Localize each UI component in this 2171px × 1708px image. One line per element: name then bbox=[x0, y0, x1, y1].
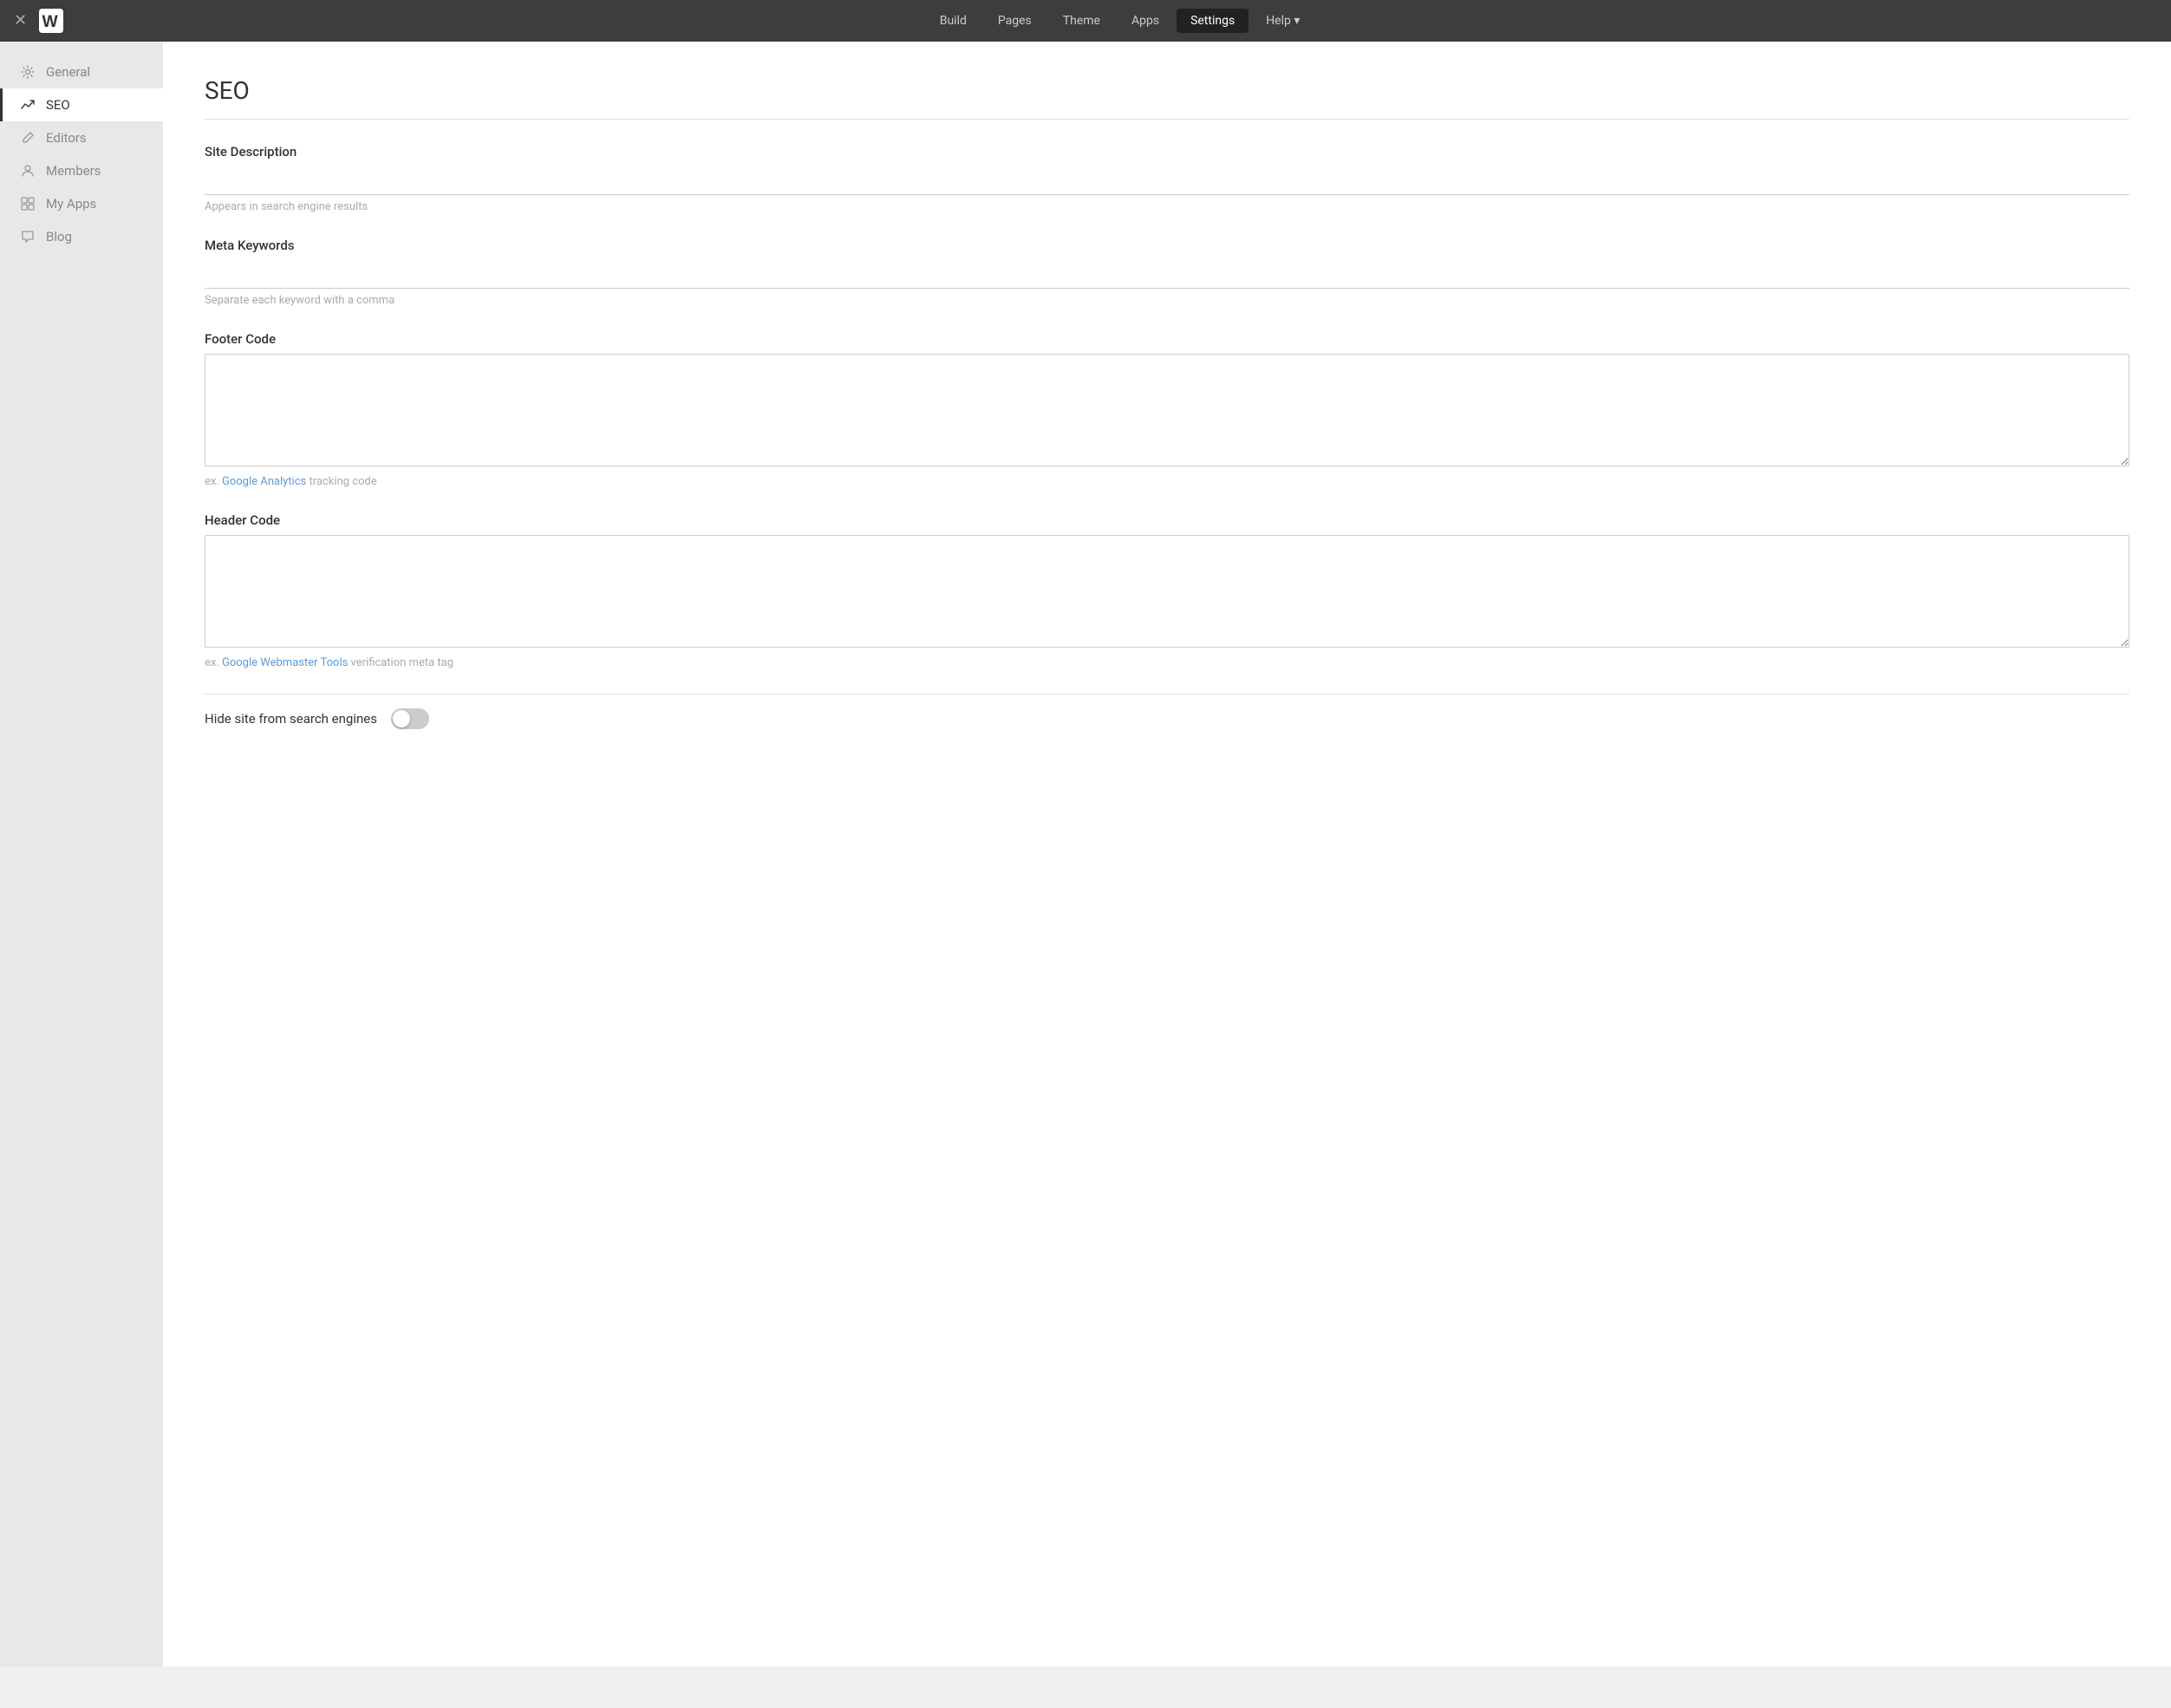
main-content: SEO Site Description Appears in search e… bbox=[163, 42, 2171, 1666]
person-icon bbox=[20, 163, 36, 179]
hide-from-search-label: Hide site from search engines bbox=[205, 711, 377, 727]
footer-hint-suffix: tracking code bbox=[306, 475, 376, 488]
footer-code-textarea[interactable] bbox=[205, 354, 2129, 466]
trending-up-icon bbox=[20, 97, 36, 113]
sidebar-item-seo[interactable]: SEO bbox=[0, 88, 163, 121]
sidebar-item-blog[interactable]: Blog bbox=[0, 220, 163, 253]
header-code-label: Header Code bbox=[205, 512, 2129, 528]
gear-icon bbox=[20, 64, 36, 80]
footer-code-label: Footer Code bbox=[205, 331, 2129, 347]
top-nav: ✕ W Build Pages Theme Apps Settings Help… bbox=[0, 0, 2171, 42]
meta-keywords-hint: Separate each keyword with a comma bbox=[205, 294, 2129, 307]
sidebar-label-members: Members bbox=[46, 163, 101, 179]
nav-item-build[interactable]: Build bbox=[926, 9, 981, 33]
footer-code-section: Footer Code ex. Google Analytics trackin… bbox=[205, 331, 2129, 488]
logo: W bbox=[37, 7, 65, 35]
header-hint-prefix: ex. bbox=[205, 656, 222, 669]
nav-item-theme[interactable]: Theme bbox=[1049, 9, 1114, 33]
meta-keywords-section: Meta Keywords Separate each keyword with… bbox=[205, 238, 2129, 307]
header-hint-suffix: verification meta tag bbox=[348, 656, 453, 669]
title-divider bbox=[205, 119, 2129, 120]
site-description-label: Site Description bbox=[205, 144, 2129, 160]
sidebar-item-editors[interactable]: Editors bbox=[0, 121, 163, 154]
sidebar-item-members[interactable]: Members bbox=[0, 154, 163, 187]
meta-keywords-label: Meta Keywords bbox=[205, 238, 2129, 253]
nav-item-help[interactable]: Help ▾ bbox=[1252, 9, 1314, 33]
google-webmaster-tools-link[interactable]: Google Webmaster Tools bbox=[222, 656, 348, 669]
nav-items: Build Pages Theme Apps Settings Help ▾ bbox=[82, 9, 2157, 33]
sidebar: General SEO Editors bbox=[0, 42, 163, 1666]
header-code-section: Header Code ex. Google Webmaster Tools v… bbox=[205, 512, 2129, 669]
site-description-input[interactable] bbox=[205, 166, 2129, 195]
footer-code-hint: ex. Google Analytics tracking code bbox=[205, 475, 2129, 488]
comment-icon bbox=[20, 229, 36, 244]
hide-from-search-row: Hide site from search engines bbox=[205, 694, 2129, 743]
nav-item-apps[interactable]: Apps bbox=[1118, 9, 1173, 33]
page-title: SEO bbox=[205, 76, 2129, 105]
sidebar-label-editors: Editors bbox=[46, 130, 87, 146]
sidebar-label-general: General bbox=[46, 64, 90, 80]
svg-text:W: W bbox=[42, 13, 59, 31]
header-code-hint: ex. Google Webmaster Tools verification … bbox=[205, 656, 2129, 669]
sidebar-item-my-apps[interactable]: My Apps bbox=[0, 187, 163, 220]
toggle-knob bbox=[393, 710, 410, 727]
sidebar-label-seo: SEO bbox=[46, 97, 70, 113]
sidebar-label-blog: Blog bbox=[46, 229, 72, 244]
site-description-section: Site Description Appears in search engin… bbox=[205, 144, 2129, 213]
footer-hint-prefix: ex. bbox=[205, 475, 222, 488]
nav-item-settings[interactable]: Settings bbox=[1177, 9, 1248, 33]
sidebar-item-general[interactable]: General bbox=[0, 55, 163, 88]
google-analytics-link[interactable]: Google Analytics bbox=[222, 475, 306, 488]
sidebar-label-my-apps: My Apps bbox=[46, 196, 96, 212]
site-description-hint: Appears in search engine results bbox=[205, 200, 2129, 213]
pencil-icon bbox=[20, 130, 36, 146]
meta-keywords-input[interactable] bbox=[205, 260, 2129, 289]
grid-icon bbox=[20, 196, 36, 212]
header-code-textarea[interactable] bbox=[205, 535, 2129, 648]
nav-item-pages[interactable]: Pages bbox=[984, 9, 1046, 33]
close-button[interactable]: ✕ bbox=[14, 13, 27, 29]
app-layout: General SEO Editors bbox=[0, 42, 2171, 1666]
hide-from-search-toggle[interactable] bbox=[391, 708, 429, 729]
